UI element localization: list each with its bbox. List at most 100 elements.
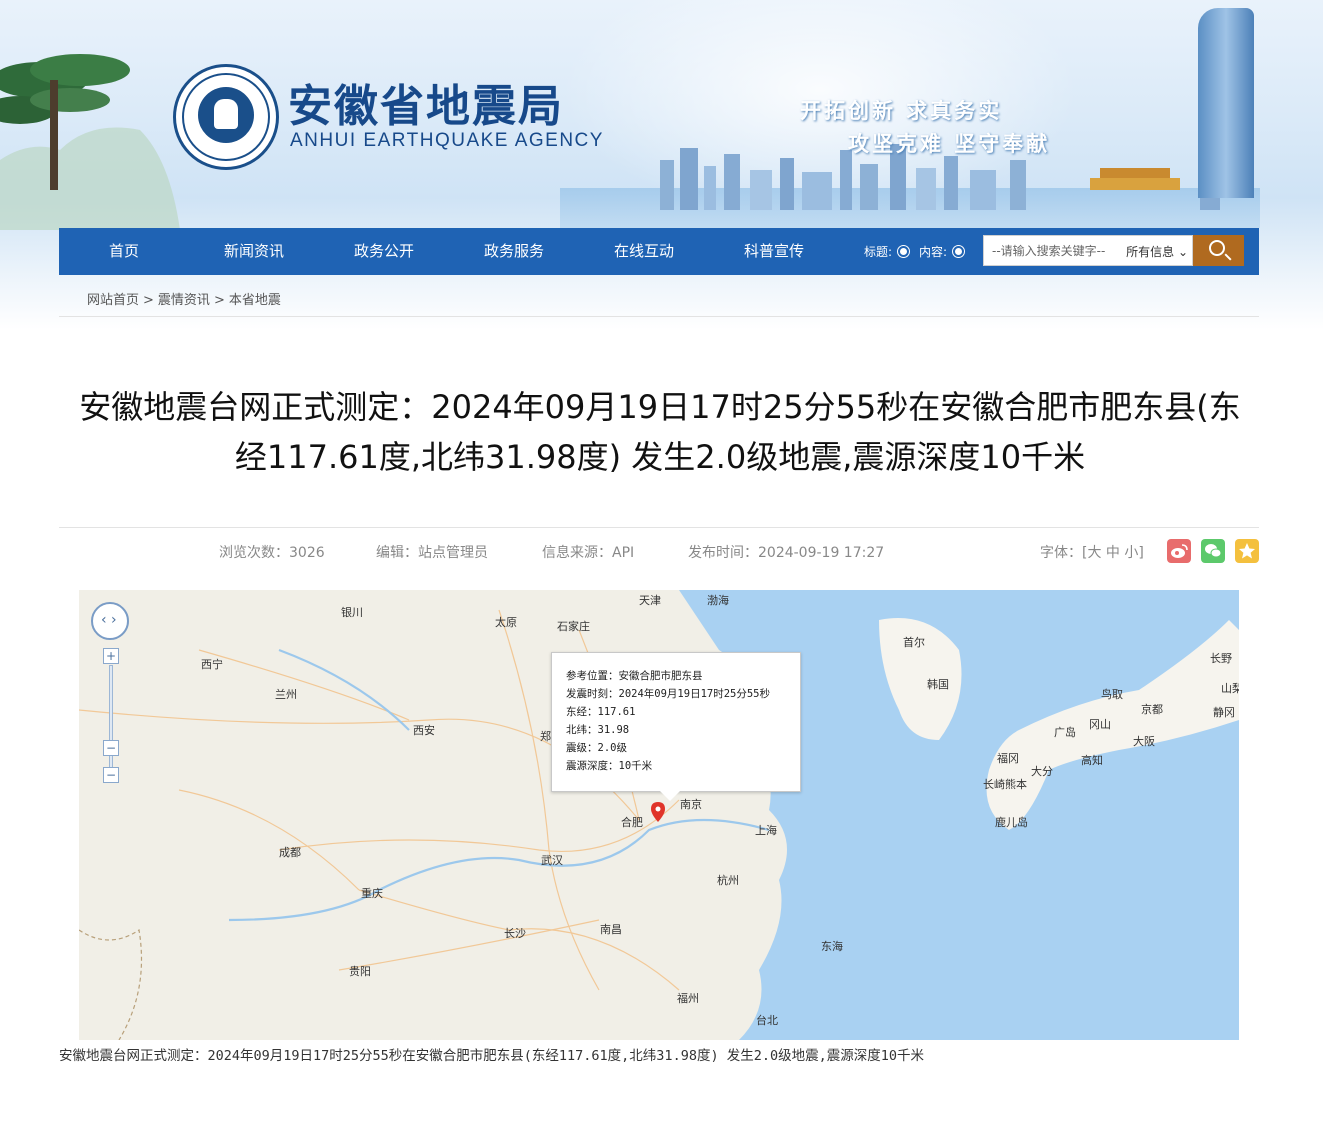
site-title[interactable]: 安徽省地震局 <box>288 70 564 134</box>
map-city-label: 京都 <box>1141 703 1163 716</box>
map-city-label: 大阪 <box>1133 735 1155 748</box>
popup-lat: 北纬：31.98 <box>566 721 786 739</box>
popup-location-value: 安徽合肥市肥东县 <box>618 670 703 682</box>
map-city-label: 石家庄 <box>557 620 590 633</box>
map-city-label: 杭州 <box>717 874 739 887</box>
info-popup: 参考位置：安徽合肥市肥东县 发震时刻：2024年09月19日17时25分55秒 … <box>551 652 801 801</box>
map-city-label: 银川 <box>341 606 363 619</box>
map-city-label: 山梨 <box>1221 682 1239 695</box>
map-city-label: 贵阳 <box>349 965 371 978</box>
popup-location: 参考位置：安徽合肥市肥东县 <box>566 667 786 685</box>
nav-item-home[interactable]: 首页 <box>59 228 189 275</box>
map-city-label: 鹿儿岛 <box>995 816 1028 829</box>
search-title-radio[interactable] <box>898 246 910 257</box>
emblem-logo[interactable] <box>173 64 279 170</box>
source-value: API <box>612 545 635 561</box>
map-city-label: 武汉 <box>541 854 563 867</box>
view-count: 浏览次数：3026 <box>219 542 325 562</box>
publish-date-value: 2024-09-19 17:27 <box>758 545 885 561</box>
editor-value: 站点管理员 <box>418 545 488 561</box>
popup-time: 发震时刻：2024年09月19日17时25分55秒 <box>566 685 786 703</box>
slogan-line-1: 开拓创新 求真务实 <box>800 98 1003 123</box>
article-title: 安徽地震台网正式测定：2024年09月19日17时25分55秒在安徽合肥市肥东县… <box>79 388 1241 476</box>
map-city-label: 韩国 <box>927 678 949 691</box>
map-city-label: 重庆 <box>361 887 383 900</box>
publish-date-label: 发布时间： <box>688 545 758 561</box>
font-size-control: 字体：[大 中 小] <box>1040 542 1144 562</box>
nav-item-science[interactable]: 科普宣传 <box>709 228 839 275</box>
earthquake-map[interactable]: 天津 渤海 银川 太原 石家庄 首尔 西宁 兰州 韩国 长野 山梨 鸟取 京都 静冈 西安 郑 冈山 广岛 大阪 福冈… <box>79 590 1239 1040</box>
zoom-slider[interactable] <box>109 665 113 775</box>
wechat-icon[interactable] <box>1201 539 1225 563</box>
search-placeholder: --请输入搜索关键字-- <box>992 244 1106 258</box>
nav-item-services[interactable]: 政务服务 <box>449 228 579 275</box>
divider <box>59 527 1259 528</box>
popup-depth-value: 10千米 <box>618 760 653 772</box>
popup-time-value: 2024年09月19日17时25分55秒 <box>618 688 771 700</box>
map-city-label: 鸟取 <box>1101 688 1123 701</box>
pine-tree-illustration <box>0 54 180 230</box>
map-marker-icon[interactable] <box>651 802 665 822</box>
popup-magnitude: 震级：2.0级 <box>566 739 786 757</box>
map-city-label: 成都 <box>279 846 301 859</box>
main-nav: 首页 新闻资讯 政务公开 政务服务 在线互动 科普宣传 标题: 内容: --请输… <box>59 228 1259 275</box>
view-count-value: 3026 <box>289 545 325 561</box>
popup-depth-label: 震源深度： <box>566 760 619 772</box>
map-city-label: 大分 <box>1031 765 1053 778</box>
search-content-radio[interactable] <box>953 246 965 257</box>
map-city-label: 东海 <box>821 940 843 953</box>
map-city-label: 福冈 <box>997 752 1019 765</box>
search-icon <box>1209 240 1225 256</box>
breadcrumb-local-quake[interactable]: 本省地震 <box>229 293 281 308</box>
breadcrumb-home[interactable]: 网站首页 <box>87 293 139 308</box>
search-scope-select[interactable]: 所有信息 ⌄ <box>1126 243 1188 260</box>
nav-item-public-affairs[interactable]: 政务公开 <box>319 228 449 275</box>
breadcrumb-quake-info[interactable]: 震情资讯 <box>158 293 210 308</box>
map-city-label: 熊本 <box>1005 778 1027 791</box>
weibo-icon[interactable] <box>1167 539 1191 563</box>
popup-magnitude-value: 2.0级 <box>597 742 627 754</box>
popup-magnitude-label: 震级： <box>566 742 598 754</box>
map-city-label: 南昌 <box>600 923 622 936</box>
nav-item-news[interactable]: 新闻资讯 <box>189 228 319 275</box>
search-input[interactable]: --请输入搜索关键字-- 所有信息 ⌄ <box>983 235 1193 266</box>
editor-label: 编辑： <box>376 545 418 561</box>
font-size-small[interactable]: 小 <box>1124 545 1138 561</box>
map-caption: 安徽地震台网正式测定：2024年09月19日17时25分55秒在安徽合肥市肥东县… <box>59 1048 924 1064</box>
font-size-close: ] <box>1138 545 1144 561</box>
divider <box>59 316 1259 317</box>
map-city-label: 广岛 <box>1054 726 1076 739</box>
editor: 编辑：站点管理员 <box>376 542 488 562</box>
map-city-label: 冈山 <box>1089 718 1111 731</box>
view-count-label: 浏览次数： <box>219 545 289 561</box>
star-icon[interactable] <box>1235 539 1259 563</box>
search-title-label: 标题: <box>864 245 893 259</box>
zoom-out-button[interactable]: − <box>103 767 119 783</box>
map-city-label: 兰州 <box>275 688 297 701</box>
map-city-label: 首尔 <box>903 636 925 649</box>
map-city-label: 长沙 <box>504 927 526 940</box>
breadcrumb-separator: > <box>213 293 225 308</box>
nav-item-interaction[interactable]: 在线互动 <box>579 228 709 275</box>
emblem-seismograph-icon <box>198 87 254 143</box>
map-city-label: 静冈 <box>1213 706 1235 719</box>
source-label: 信息来源： <box>542 545 612 561</box>
publish-date: 发布时间：2024-09-19 17:27 <box>688 542 884 562</box>
search-options: 标题: 内容: <box>864 228 974 275</box>
font-size-large[interactable]: 大 <box>1087 545 1101 561</box>
map-city-label: 长崎 <box>983 778 1005 791</box>
zoom-in-button[interactable]: + <box>103 648 119 664</box>
breadcrumb: 网站首页 > 震情资讯 > 本省地震 <box>87 289 281 308</box>
popup-lon: 东经：117.61 <box>566 703 786 721</box>
search-button[interactable] <box>1193 235 1244 266</box>
map-city-label: 渤海 <box>707 594 729 607</box>
pan-control[interactable] <box>91 602 129 640</box>
map-city-label: 西宁 <box>201 658 223 671</box>
map-city-label: 上海 <box>755 824 777 837</box>
map-city-label: 西安 <box>413 724 435 737</box>
site-banner: 安徽省地震局 ANHUI EARTHQUAKE AGENCY 开拓创新 求真务实… <box>0 0 1323 330</box>
zoom-slider-handle[interactable]: − <box>103 740 119 756</box>
site-subtitle: ANHUI EARTHQUAKE AGENCY <box>290 130 604 151</box>
font-size-medium[interactable]: 中 <box>1106 545 1120 561</box>
popup-location-label: 参考位置： <box>566 670 619 682</box>
